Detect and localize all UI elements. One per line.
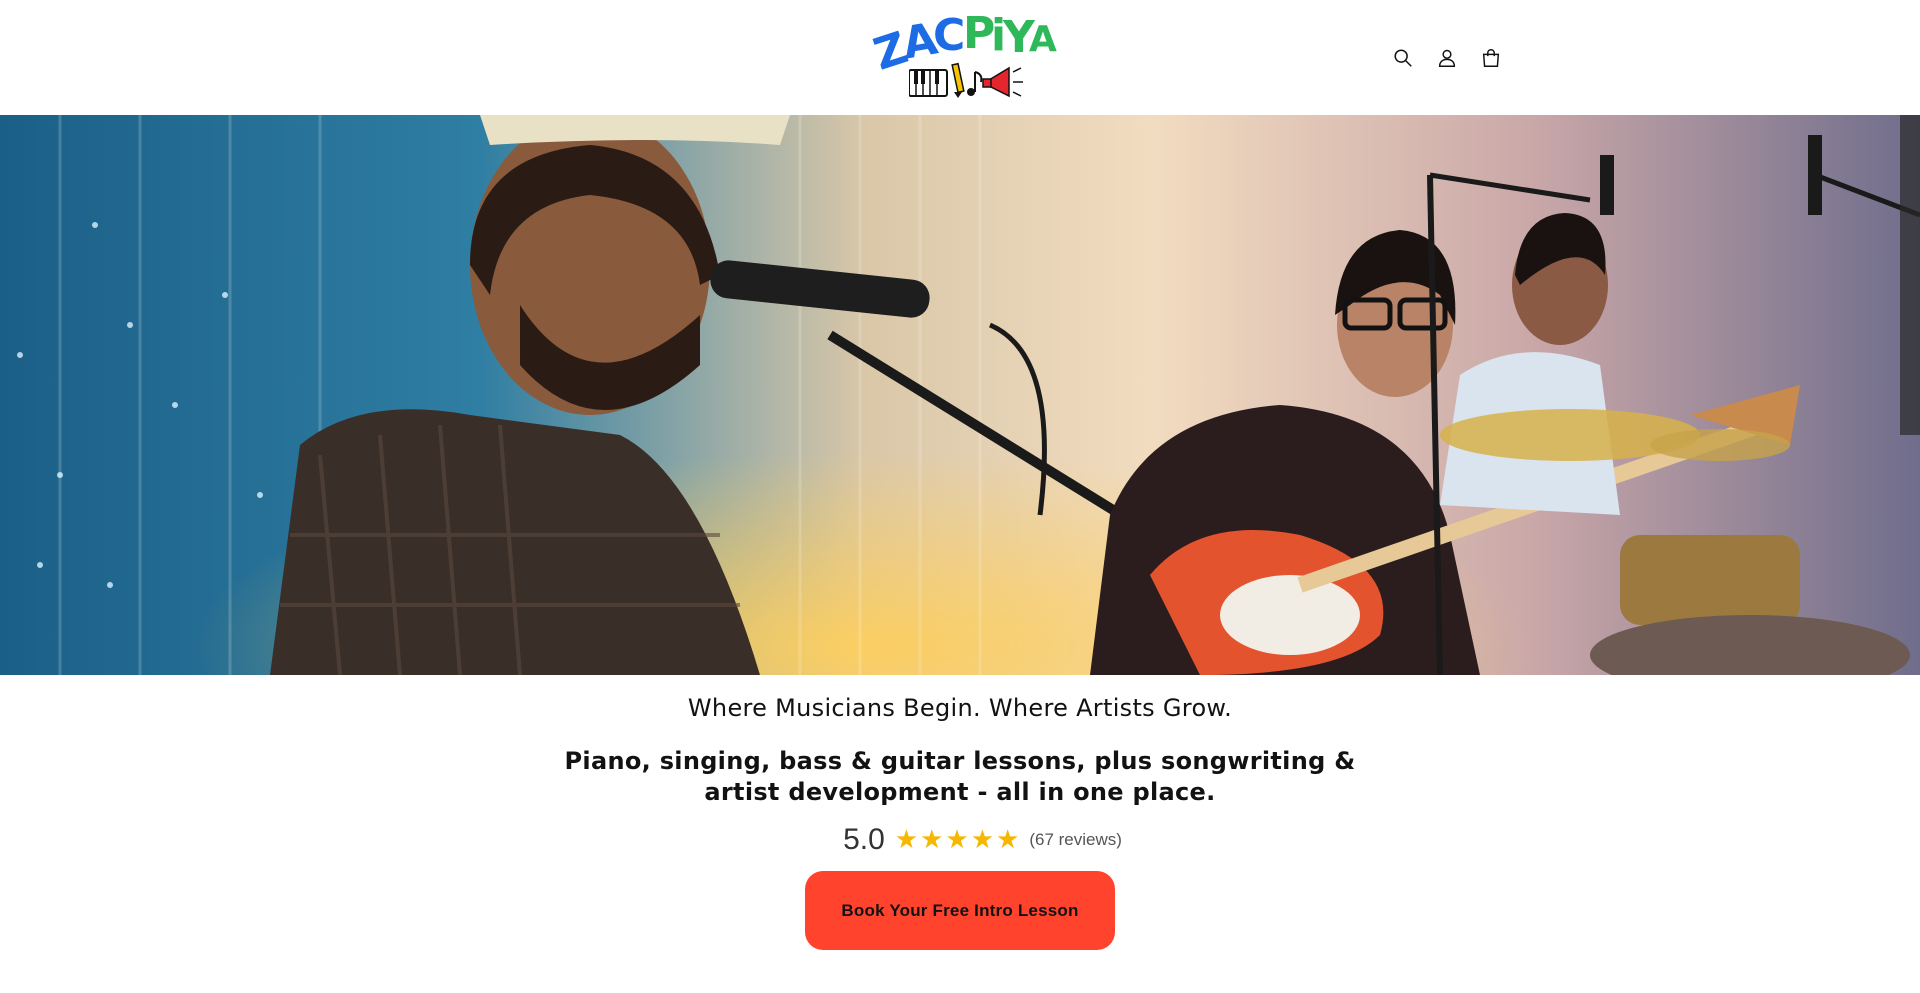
search-icon[interactable] — [1388, 40, 1418, 76]
account-icon[interactable] — [1432, 40, 1462, 76]
site-header: Z A C P i Y A — [0, 0, 1920, 115]
rating-score: 5.0 — [843, 823, 885, 856]
hero-image — [0, 115, 1920, 675]
logo-wordmark: Z A C P i Y A — [867, 8, 1057, 81]
band-performance-photo — [0, 115, 1920, 675]
header-actions — [1388, 40, 1506, 76]
book-intro-lesson-button[interactable]: Book Your Free Intro Lesson — [805, 871, 1115, 950]
reviews-count[interactable]: (67 reviews) — [1029, 830, 1122, 850]
rating-stars: ★ ★ ★ ★ ★ — [895, 827, 1020, 853]
hero-tagline: Where Musicians Begin. Where Artists Gro… — [687, 694, 1233, 722]
star-icon: ★ — [945, 825, 969, 855]
star-icon: ★ — [894, 825, 919, 855]
star-icon: ★ — [920, 825, 944, 855]
logo-instruments-icon — [909, 62, 1023, 98]
rating-summary: 5.0 ★ ★ ★ ★ ★ (67 reviews) — [0, 823, 1920, 857]
site-logo[interactable]: Z A C P i Y A — [867, 8, 1057, 104]
hero-subheading: Piano, singing, bass & guitar lessons, p… — [564, 747, 1356, 806]
star-icon: ★ — [970, 825, 995, 855]
cart-icon[interactable] — [1476, 40, 1506, 76]
star-icon: ★ — [996, 825, 1020, 855]
